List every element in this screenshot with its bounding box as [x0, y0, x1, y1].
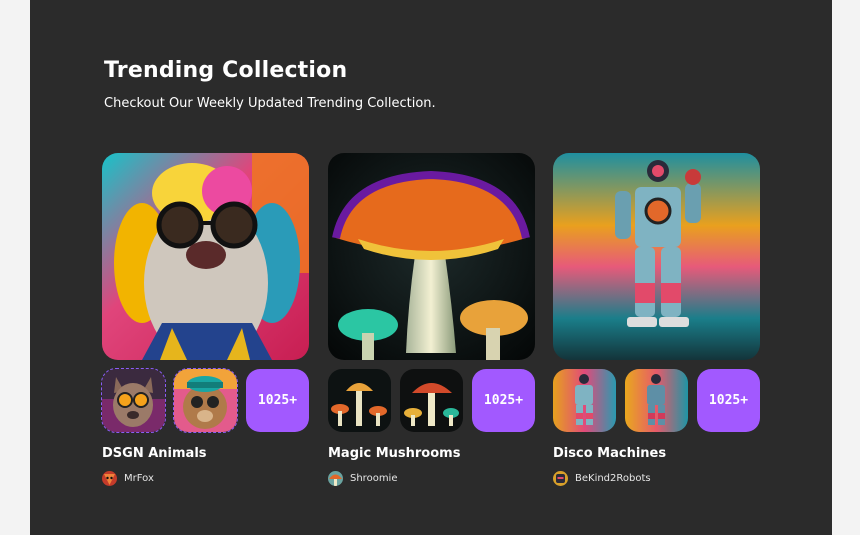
mushroom-cluster-image[interactable] — [328, 369, 391, 432]
section-subtitle: Checkout Our Weekly Updated Trending Col… — [104, 96, 436, 111]
robot-on-skates-image[interactable] — [553, 153, 760, 360]
more-items-button[interactable]: 1025+ — [472, 369, 535, 432]
fox-avatar-icon — [102, 471, 117, 486]
collection-name[interactable]: Disco Machines — [553, 446, 760, 461]
artist-name: BeKind2Robots — [575, 473, 651, 484]
collection-card[interactable]: 1025+ Disco Machines BeKind2Robots — [553, 153, 760, 486]
mushroom-avatar-icon — [328, 471, 343, 486]
artist-name: Shroomie — [350, 473, 398, 484]
artist-link[interactable]: MrFox — [102, 471, 309, 486]
robot-image[interactable] — [553, 369, 616, 432]
thumbnail-row: 1025+ — [328, 369, 535, 432]
thumbnail-row: 1025+ — [553, 369, 760, 432]
dog-with-glasses-image[interactable] — [102, 153, 309, 360]
cat-with-goggles-image[interactable] — [101, 368, 166, 433]
bear-with-sunglasses-image[interactable] — [173, 368, 238, 433]
collection-name[interactable]: Magic Mushrooms — [328, 446, 535, 461]
collection-card[interactable]: 1025+ Magic Mushrooms Shroomie — [328, 153, 535, 486]
artist-link[interactable]: BeKind2Robots — [553, 471, 760, 486]
robot-image[interactable] — [625, 369, 688, 432]
collection-name[interactable]: DSGN Animals — [102, 446, 309, 461]
more-items-button[interactable]: 1025+ — [246, 369, 309, 432]
thumbnail-row: 1025+ — [101, 368, 309, 433]
trending-section: Trending Collection Checkout Our Weekly … — [30, 0, 832, 535]
collection-card[interactable]: 1025+ DSGN Animals MrFox — [101, 153, 309, 486]
artist-link[interactable]: Shroomie — [328, 471, 535, 486]
more-items-button[interactable]: 1025+ — [697, 369, 760, 432]
artist-name: MrFox — [124, 473, 154, 484]
mushroom-cluster-image[interactable] — [400, 369, 463, 432]
robot-avatar-icon — [553, 471, 568, 486]
glowing-mushroom-image[interactable] — [328, 153, 535, 360]
section-title: Trending Collection — [104, 58, 348, 83]
